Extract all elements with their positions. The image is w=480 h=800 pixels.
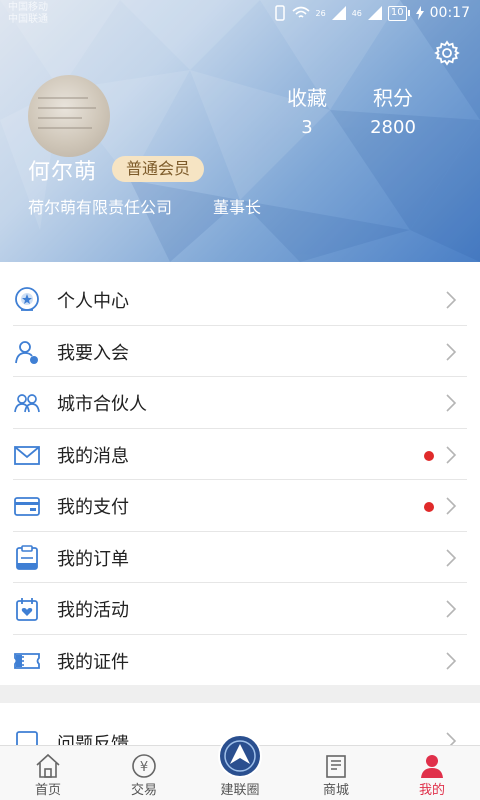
menu-item-personal-center[interactable]: 个人中心: [0, 274, 480, 326]
tab-circle[interactable]: 建联圈: [192, 734, 288, 800]
status-bar: 中国移动 中国联通 26 46 10 00:17: [0, 0, 480, 30]
tab-label-circle: 建联圈: [220, 783, 260, 798]
menu-item-activities[interactable]: 我的活动: [0, 583, 480, 635]
partner-icon: [14, 394, 40, 413]
chevron-right-icon: [446, 497, 457, 515]
member-badge: 普通会员: [112, 156, 205, 182]
circle-logo-icon: [218, 734, 262, 778]
tab-home[interactable]: 首页: [0, 746, 96, 800]
menu-item-payments[interactable]: 我的支付: [0, 480, 480, 532]
signal-2-icon: [367, 6, 382, 20]
tab-mine[interactable]: 我的: [384, 746, 480, 800]
chevron-right-icon: [446, 394, 457, 412]
company-name: 荷尔萌有限责任公司: [28, 198, 173, 217]
join-icon: [15, 340, 38, 364]
menu-label-personal-center: 个人中心: [57, 291, 129, 312]
payment-icon: [14, 497, 40, 516]
unread-dot: [424, 450, 434, 461]
status-icons: 26 46 10 00:17: [274, 5, 470, 21]
carrier-1: 中国移动: [8, 2, 48, 13]
signal-1-icon: [331, 6, 346, 20]
favorites-stat[interactable]: 收藏 3: [282, 82, 332, 138]
unread-dot: [424, 502, 434, 512]
carrier-info: 中国移动 中国联通: [8, 2, 48, 26]
menu-label-join: 我要入会: [57, 342, 129, 364]
tab-label-mall: 商城: [322, 783, 349, 798]
wifi-icon: [292, 6, 310, 18]
chevron-right-icon: [446, 445, 457, 464]
activity-icon: [16, 598, 38, 621]
chevron-right-icon: [446, 548, 457, 567]
menu-item-city-partner[interactable]: 城市合伙人: [0, 377, 480, 429]
menu-item-certificates[interactable]: 我的证件: [0, 635, 480, 687]
favorites-label: 收藏: [287, 86, 327, 110]
battery-level: 10: [387, 5, 407, 21]
trade-icon: ¥: [132, 754, 156, 778]
menu-item-join[interactable]: 我要入会: [0, 326, 480, 377]
job-title: 董事长: [213, 198, 262, 217]
tab-trade[interactable]: ¥ 交易: [96, 746, 192, 800]
order-icon: [16, 544, 38, 570]
points-value: 2800: [370, 117, 416, 138]
home-icon: [36, 753, 60, 778]
mall-icon: [326, 755, 346, 778]
chevron-right-icon: [446, 651, 457, 670]
chevron-right-icon: [446, 600, 457, 618]
signal-2-label: 46: [351, 8, 362, 18]
bottom-tab-bar: 首页 ¥ 交易 建联圈 商城 我的: [0, 734, 480, 800]
chevron-right-icon: [446, 342, 457, 361]
menu-label-messages: 我的消息: [57, 445, 129, 467]
tab-label-mine: 我的: [418, 783, 445, 798]
message-icon: [14, 445, 40, 465]
menu-list: 个人中心 我要入会 城市合伙人 我的消息 我的支付 我的订单 我的活动 我的证件: [0, 274, 480, 686]
charging-icon: [415, 6, 424, 20]
favorites-value: 3: [301, 117, 313, 138]
menu-label-certificates: 我的证件: [57, 651, 129, 673]
tab-mall[interactable]: 商城: [288, 746, 384, 800]
personal-center-icon: [15, 287, 39, 311]
menu-label-payments: 我的支付: [57, 497, 129, 518]
menu-label-orders: 我的订单: [57, 548, 129, 570]
menu-label-city-partner: 城市合伙人: [57, 394, 147, 415]
profile-header: 中国移动 中国联通 26 46 10 00:17 何尔萌 普通会员 荷尔萌有限责…: [0, 0, 480, 262]
clock: 00:17: [429, 5, 470, 21]
points-label: 积分: [373, 86, 413, 110]
settings-gear-icon[interactable]: [434, 40, 460, 66]
certificate-icon: [14, 652, 40, 669]
points-stat[interactable]: 积分 2800: [362, 82, 424, 138]
tab-label-trade: 交易: [130, 783, 157, 798]
avatar[interactable]: [28, 75, 110, 157]
signal-1-label: 26: [315, 8, 326, 18]
vibrate-icon: [274, 5, 285, 21]
chevron-right-icon: [446, 291, 457, 309]
menu-item-messages[interactable]: 我的消息: [0, 429, 480, 480]
menu-item-orders[interactable]: 我的订单: [0, 532, 480, 583]
battery-icon: 10: [387, 5, 410, 21]
menu-label-activities: 我的活动: [57, 600, 129, 621]
profile-icon: [421, 755, 443, 778]
section-divider: [0, 685, 480, 703]
carrier-2: 中国联通: [8, 14, 48, 25]
user-name: 何尔萌: [28, 160, 98, 185]
svg-text:¥: ¥: [140, 760, 148, 775]
tab-label-home: 首页: [34, 783, 61, 798]
